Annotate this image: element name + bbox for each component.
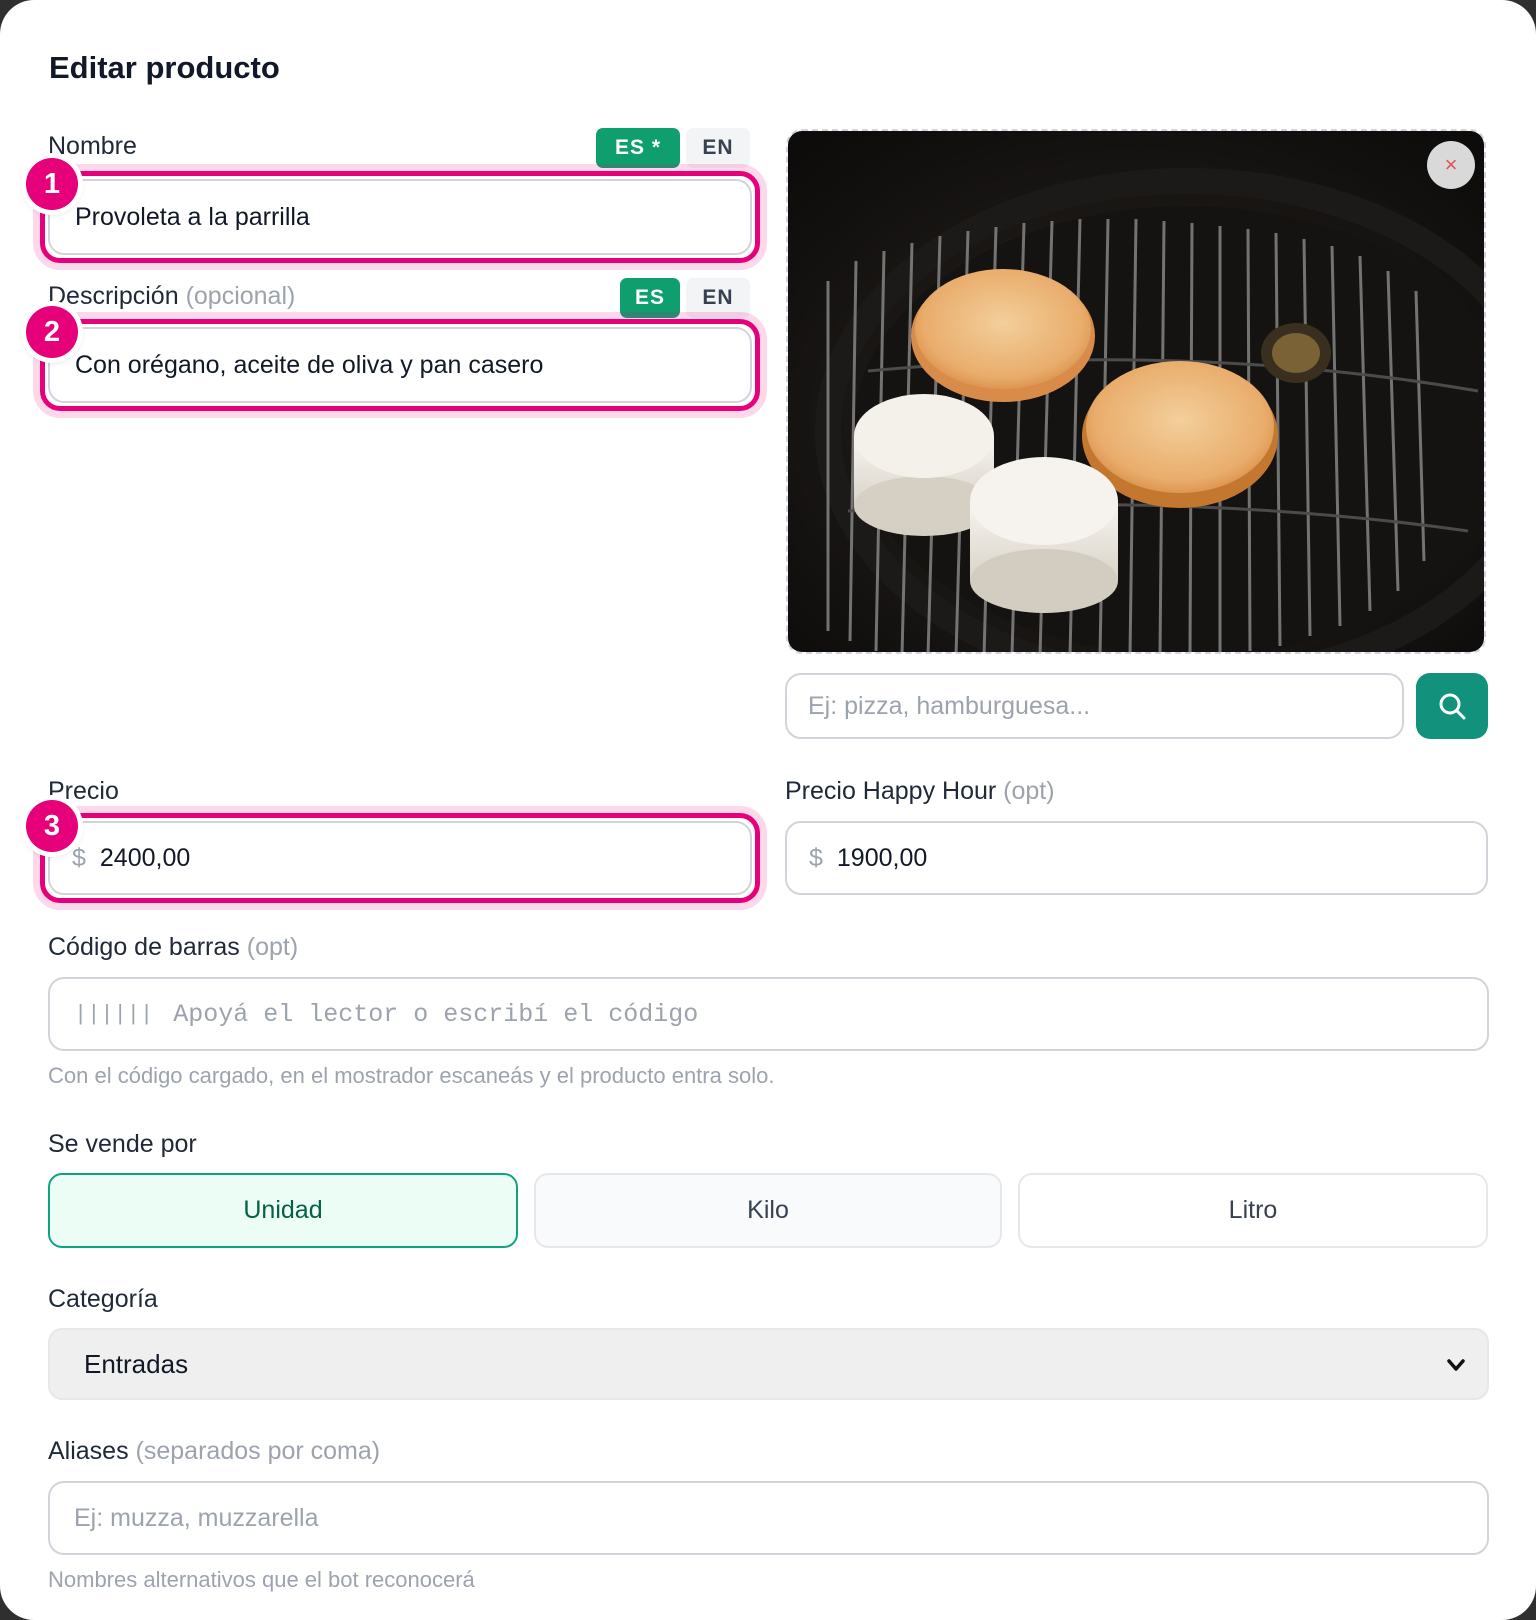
precio-currency: $ (72, 843, 86, 872)
nombre-lang-en[interactable]: EN (686, 128, 750, 168)
annotation-badge-3: 3 (26, 800, 78, 852)
nombre-lang-switch: ES * EN (596, 128, 750, 168)
barcode-label: Código de barras (opt) (48, 933, 299, 961)
categoria-value: Entradas (84, 1348, 189, 1379)
search-icon (1439, 693, 1466, 720)
aliases-label: Aliases (separados por coma) (48, 1437, 381, 1465)
image-search-button[interactable] (1416, 673, 1488, 739)
nombre-label: Nombre (48, 132, 137, 160)
happy-hour-label: Precio Happy Hour (opt) (785, 777, 1055, 805)
happy-hour-currency: $ (809, 843, 823, 872)
barcode-hint: Con el código cargado, en el mostrador e… (48, 1063, 775, 1088)
edit-product-modal: Editar producto Nombre ES * EN Provoleta… (0, 0, 1536, 1620)
chevron-down-icon (1447, 1359, 1465, 1371)
barcode-placeholder: Apoyá el lector o escribí el código (173, 999, 699, 1029)
descripcion-label: Descripción (opcional) (48, 282, 296, 310)
vende-por-kilo[interactable]: Kilo (534, 1173, 1002, 1248)
annotation-badge-2: 2 (26, 306, 78, 358)
image-search-placeholder: Ej: pizza, hamburguesa... (808, 691, 1091, 720)
nombre-value: Provoleta a la parrilla (75, 202, 310, 231)
precio-value: 2400,00 (99, 843, 191, 872)
descripcion-lang-en[interactable]: EN (686, 278, 750, 318)
precio-input[interactable]: $ 2400,00 (48, 821, 752, 895)
vende-por-label: Se vende por (48, 1130, 197, 1158)
barcode-icon: |||||| (74, 1001, 154, 1027)
descripcion-value: Con orégano, aceite de oliva y pan caser… (75, 350, 544, 379)
vende-por-unidad[interactable]: Unidad (48, 1173, 518, 1248)
barcode-input[interactable]: |||||| Apoyá el lector o escribí el códi… (48, 977, 1489, 1051)
grilled-cheese-photo (788, 131, 1484, 652)
descripcion-lang-switch: ES EN (620, 278, 750, 318)
vende-por-litro[interactable]: Litro (1018, 1173, 1488, 1248)
close-icon: × (1444, 152, 1458, 177)
aliases-hint: Nombres alternativos que el bot reconoce… (48, 1567, 475, 1592)
image-search-input[interactable]: Ej: pizza, hamburguesa... (785, 673, 1404, 739)
categoria-select[interactable]: Entradas (48, 1328, 1489, 1400)
remove-photo-button[interactable]: × (1427, 141, 1475, 189)
product-photo (786, 129, 1486, 654)
nombre-lang-es[interactable]: ES * (596, 128, 680, 168)
descripcion-lang-es[interactable]: ES (620, 278, 680, 318)
happy-hour-value: 1900,00 (836, 843, 928, 872)
aliases-input[interactable]: Ej: muzza, muzzarella (48, 1481, 1489, 1555)
nombre-input[interactable]: Provoleta a la parrilla (48, 179, 752, 255)
categoria-label: Categoría (48, 1285, 158, 1313)
happy-hour-input[interactable]: $ 1900,00 (785, 821, 1488, 895)
modal-title: Editar producto (49, 50, 280, 85)
annotation-badge-1: 1 (26, 158, 78, 210)
descripcion-input[interactable]: Con orégano, aceite de oliva y pan caser… (48, 327, 752, 403)
aliases-placeholder: Ej: muzza, muzzarella (74, 1503, 319, 1532)
